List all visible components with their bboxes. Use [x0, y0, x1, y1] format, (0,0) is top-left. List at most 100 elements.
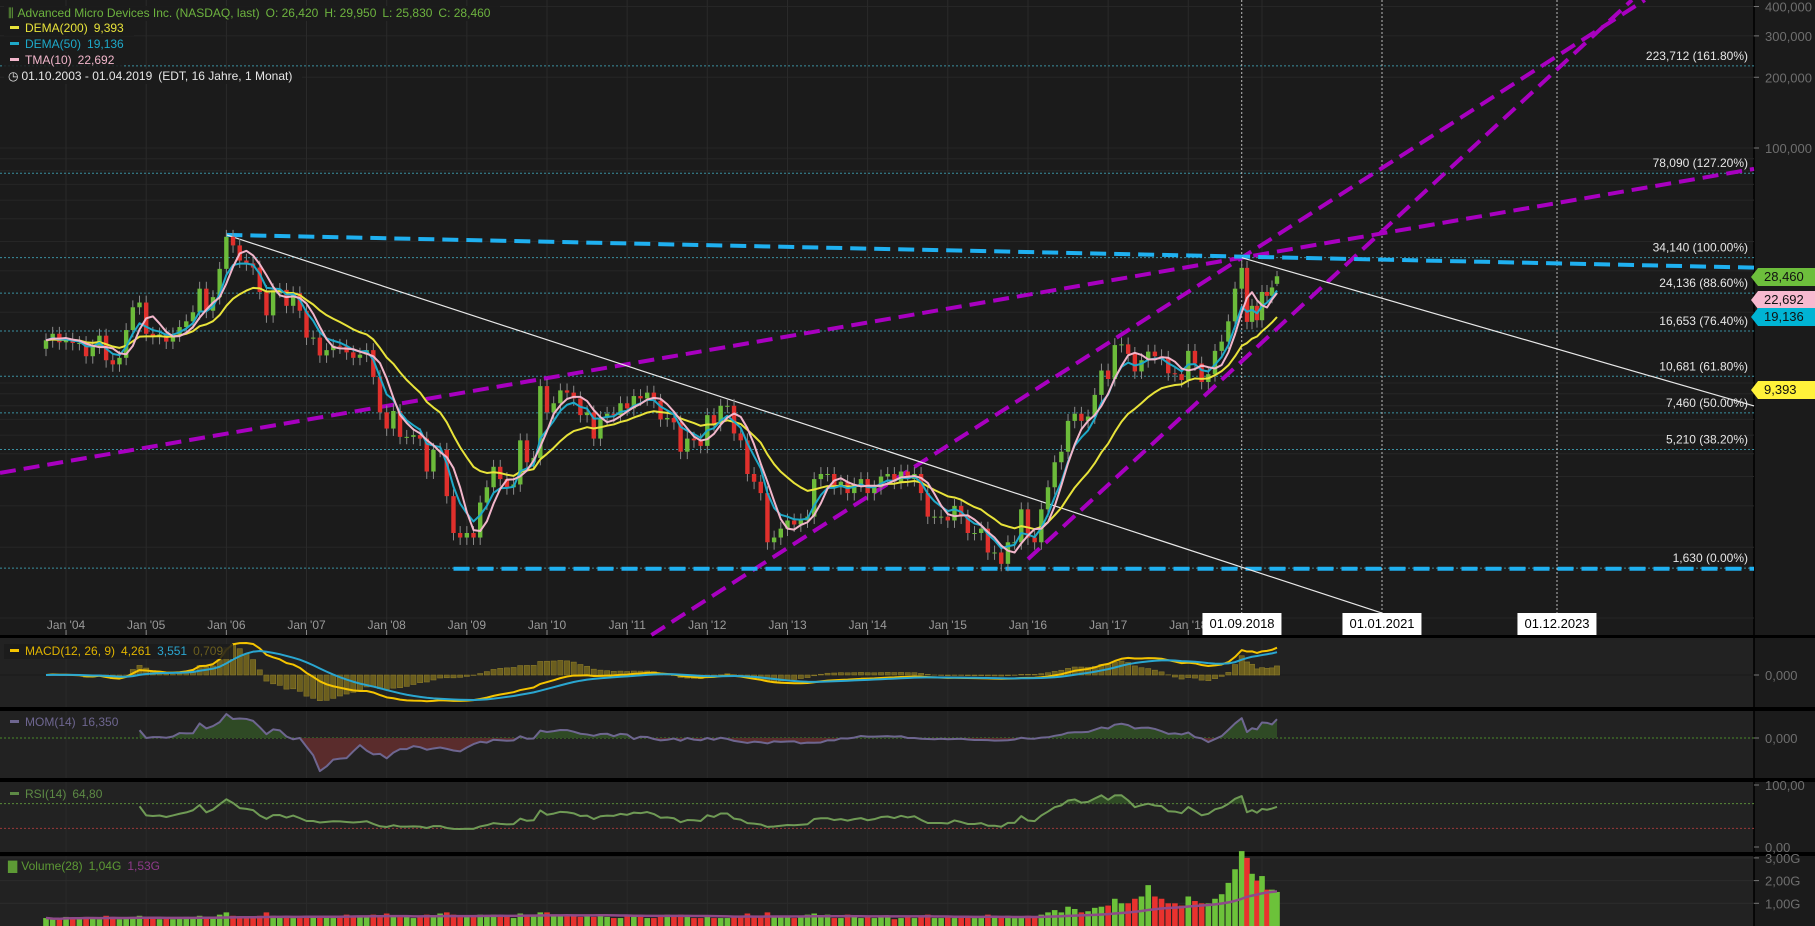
macd-histogram-bar	[517, 665, 524, 676]
candle-body	[638, 396, 643, 399]
legend-tma10[interactable]: TMA(10) 22,692	[4, 53, 125, 68]
legend-dema200[interactable]: DEMA(200) 9,393	[4, 21, 134, 36]
volume-axis-label: 1,00G	[1765, 896, 1800, 911]
date-marker-2021[interactable]: 01.01.2021	[1342, 613, 1422, 635]
candle-body	[411, 435, 416, 437]
volume-bar	[798, 916, 804, 926]
swatch-icon	[10, 42, 19, 46]
volume-bar	[123, 918, 129, 926]
macd-histogram-bar	[303, 674, 310, 697]
volume-bar	[1098, 906, 1105, 926]
macd-histogram-bar	[844, 672, 851, 676]
legend-value: 19,136	[87, 37, 124, 51]
volume-bar	[1259, 876, 1265, 926]
volume-bar	[938, 918, 944, 926]
volume-bar	[56, 919, 63, 926]
macd-histogram-bar	[570, 661, 577, 676]
candle-body	[404, 436, 409, 438]
legend-macd[interactable]: MACD(12, 26, 9) 4,261 3,551 0,709	[4, 644, 234, 659]
candle-body	[564, 390, 570, 393]
volume-bar	[978, 918, 984, 926]
fib-level-label: 1,630 (0.00%)	[1673, 551, 1748, 565]
macd-histogram-bar	[1045, 672, 1051, 676]
x-axis-label: Jan '12	[688, 618, 727, 632]
macd-histogram-bar	[557, 660, 564, 676]
date-marker-2023[interactable]: 01.12.2023	[1517, 613, 1597, 635]
volume-bar	[1118, 903, 1125, 926]
macd-histogram-bar	[1005, 674, 1011, 676]
volume-bar	[965, 916, 971, 926]
x-axis-label: Jan '04	[47, 618, 86, 632]
candle-body	[665, 417, 670, 420]
legend-label: MACD(12, 26, 9)	[25, 644, 116, 658]
legend-rsi[interactable]: RSI(14) 64,80	[4, 787, 112, 802]
legend-label: MOM(14)	[25, 715, 76, 729]
date-marker-2018[interactable]: 01.09.2018	[1202, 613, 1282, 635]
macd-histogram-bar	[410, 674, 417, 685]
legend-value: 1,04G	[88, 859, 122, 873]
volume-bar	[337, 916, 343, 926]
volume-bar	[951, 918, 958, 926]
macd-histogram-bar	[831, 672, 838, 676]
macd-histogram-bar	[590, 668, 597, 676]
macd-histogram-bar	[163, 673, 170, 676]
macd-histogram-bar	[290, 674, 297, 690]
legend-value: 3,551	[157, 644, 188, 658]
volume-bar	[717, 918, 724, 926]
candle-body	[1072, 413, 1077, 421]
candle-body	[491, 466, 496, 488]
macd-histogram-bar	[1205, 674, 1212, 682]
volume-bar	[1225, 882, 1232, 926]
legend-label: Volume(28)	[21, 859, 83, 873]
legend-label: DEMA(50)	[25, 37, 82, 51]
macd-histogram-bar	[597, 669, 604, 676]
macd-histogram-bar	[1025, 674, 1031, 676]
candle-body	[117, 357, 122, 365]
legend-value: 64,80	[72, 787, 103, 801]
macd-histogram-bar	[1118, 660, 1125, 676]
candle-body	[464, 532, 470, 538]
candle-body	[130, 307, 136, 331]
macd-histogram-bar	[390, 674, 397, 689]
date-range-legend[interactable]: ◷ 01.10.2003 - 01.04.2019 (EDT, 16 Jahre, …	[4, 69, 303, 84]
volume-bar	[637, 916, 644, 926]
chart-canvas[interactable]: Jan '04 Jan '05 Jan '06 Jan '07 Jan '08 Jan '…	[0, 0, 1815, 926]
instrument-legend: ⫼ Advanced Micro Devices Inc. (NASDAQ, la…	[4, 6, 501, 21]
macd-histogram-bar	[316, 674, 323, 701]
volume-bar	[156, 919, 163, 926]
macd-histogram-bar	[1131, 665, 1138, 676]
volume-bar	[751, 916, 757, 926]
legend-dema50[interactable]: DEMA(50) 19,136	[4, 37, 134, 52]
volume-bar	[1185, 896, 1192, 926]
candle-body	[1119, 344, 1124, 346]
volume-bar	[878, 916, 884, 926]
candle-body	[945, 516, 950, 521]
volume-bar	[838, 918, 844, 926]
volume-bar	[1178, 905, 1185, 926]
legend-mom[interactable]: MOM(14) 16,350	[4, 715, 128, 730]
macd-histogram-bar	[1212, 674, 1218, 679]
macd-histogram-bar	[383, 674, 390, 690]
candle-body	[758, 481, 763, 494]
volume-bar	[330, 918, 337, 926]
dema200-price-tag: 9,393	[1751, 381, 1815, 399]
legend-volume[interactable]: ▇ Volume(28) 1,04G 1,53G	[4, 859, 170, 874]
volume-bar	[1205, 903, 1212, 926]
volume-bar	[858, 918, 864, 926]
y-axis-label: 400,000	[1765, 0, 1812, 15]
candle-body	[478, 502, 483, 538]
macd-histogram-bar	[236, 648, 243, 676]
candle-body	[351, 352, 356, 358]
candle-body	[110, 360, 115, 365]
volume-bar	[871, 918, 878, 926]
y-axis-label: 200,000	[1765, 70, 1812, 85]
indicator-panel	[0, 711, 1754, 778]
volume-bar	[457, 916, 463, 926]
candle-body	[818, 473, 824, 480]
volume-bar	[918, 916, 924, 926]
macd-histogram-bar	[243, 653, 250, 676]
macd-histogram-bar	[270, 674, 277, 685]
x-axis-label: Jan '17	[1089, 618, 1128, 632]
macd-histogram-bar	[811, 674, 818, 677]
macd-histogram-bar	[490, 669, 497, 676]
